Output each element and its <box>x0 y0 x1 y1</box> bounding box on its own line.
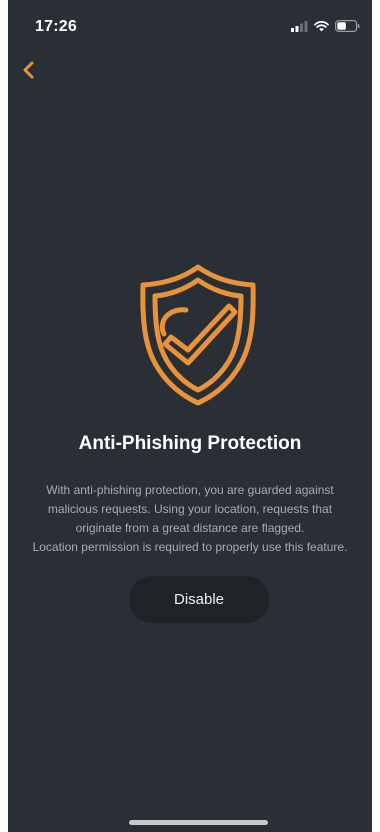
feature-description: With anti-phishing protection, you are g… <box>22 481 358 557</box>
wifi-icon <box>314 20 329 31</box>
disable-button[interactable]: Disable <box>129 576 269 623</box>
battery-icon <box>335 20 360 32</box>
description-line: Location permission is required to prope… <box>32 540 348 554</box>
status-time: 17:26 <box>35 18 77 35</box>
cellular-signal-icon <box>291 20 308 32</box>
description-line: originate from a great distance are flag… <box>75 521 305 535</box>
chevron-left-icon <box>23 61 34 79</box>
status-icons <box>291 20 360 32</box>
home-indicator[interactable] <box>129 820 268 825</box>
app-screen: 17:26 Anti-Phishing Protection With anti… <box>8 0 372 832</box>
page-title: Anti-Phishing Protection <box>78 433 302 454</box>
description-line: malicious requests. Using your location,… <box>47 502 333 516</box>
back-button[interactable] <box>14 56 42 84</box>
description-line: With anti-phishing protection, you are g… <box>46 483 334 497</box>
status-bar: 17:26 <box>8 0 372 46</box>
shield-check-icon <box>140 264 256 406</box>
